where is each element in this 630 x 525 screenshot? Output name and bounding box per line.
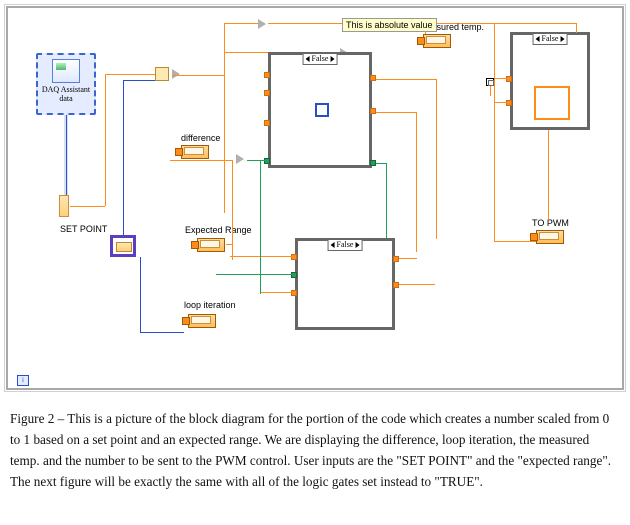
tunnel: [264, 72, 270, 78]
chevron-left-icon[interactable]: [306, 56, 310, 62]
difference-label: difference: [181, 133, 220, 143]
wire: [224, 23, 258, 24]
case3-inner-frame: [534, 86, 570, 120]
tunnel: [264, 90, 270, 96]
case-structure-2[interactable]: False: [295, 238, 395, 330]
block-diagram-canvas: i DAQ Assistant data difference Measured…: [0, 0, 630, 400]
wire: [416, 112, 417, 252]
chevron-right-icon[interactable]: [330, 56, 334, 62]
daq-label-1: DAQ Assistant: [38, 85, 94, 94]
wire: [436, 79, 437, 239]
wire: [399, 284, 435, 285]
tunnel: [370, 75, 376, 81]
wire: [123, 80, 155, 81]
arrow-icon: [258, 19, 266, 29]
wire: [140, 332, 184, 333]
wire: [494, 78, 508, 79]
tunnel: [370, 108, 376, 114]
wire: [490, 86, 491, 96]
case-selector-3[interactable]: False: [533, 33, 568, 45]
wire: [399, 258, 417, 259]
arrow-icon: [172, 69, 180, 79]
expected-range-label: Expected Range: [185, 225, 252, 235]
difference-indicator[interactable]: [181, 145, 211, 163]
tunnel: [291, 272, 297, 278]
chevron-left-icon[interactable]: [331, 242, 335, 248]
tunnel: [264, 120, 270, 126]
case-value-2: False: [337, 240, 354, 250]
case-selector-1[interactable]: False: [303, 53, 338, 65]
wire: [123, 80, 124, 235]
loop-iteration-terminal[interactable]: i: [17, 375, 29, 386]
wire: [105, 74, 106, 206]
wire: [576, 23, 577, 33]
wire: [230, 256, 292, 257]
boolean-constant[interactable]: [486, 78, 494, 86]
wire: [494, 102, 508, 103]
wire: [216, 274, 292, 275]
set-point-label: SET POINT: [60, 224, 107, 234]
wire: [247, 160, 265, 161]
tunnel: [506, 100, 512, 106]
wire: [548, 130, 549, 220]
inner-node[interactable]: [315, 103, 329, 117]
expected-range-control[interactable]: [197, 238, 227, 256]
tunnel: [264, 158, 270, 164]
wire: [232, 160, 233, 260]
tunnel: [291, 290, 297, 296]
daq-assistant-icon: [52, 59, 80, 83]
wire: [140, 257, 141, 332]
figure-caption: Figure 2 – This is a picture of the bloc…: [0, 400, 630, 499]
tunnel: [393, 282, 399, 288]
case-value-3: False: [542, 34, 559, 44]
loop-iteration-indicator[interactable]: [188, 314, 218, 332]
wire: [172, 75, 224, 76]
set-point-control[interactable]: [110, 235, 136, 257]
arrow-icon: [236, 154, 244, 164]
wire: [260, 160, 261, 294]
wire: [105, 74, 155, 75]
tunnel: [506, 76, 512, 82]
chevron-left-icon[interactable]: [536, 36, 540, 42]
chevron-right-icon[interactable]: [355, 242, 359, 248]
wire: [70, 206, 105, 207]
dynamic-data-convert[interactable]: [59, 195, 69, 217]
wire: [494, 23, 495, 241]
tunnel: [393, 256, 399, 262]
wire: [376, 79, 436, 80]
wire: [376, 163, 386, 164]
wire: [260, 292, 292, 293]
to-pwm-indicator[interactable]: [536, 230, 566, 248]
wire-thick: [64, 115, 68, 198]
tooltip-abs-value: This is absolute value: [342, 18, 437, 32]
subtract-node[interactable]: [155, 67, 169, 81]
wire: [376, 112, 416, 113]
case-selector-2[interactable]: False: [328, 239, 363, 251]
case-structure-1[interactable]: False: [268, 52, 372, 168]
daq-assistant-express-vi[interactable]: DAQ Assistant data: [36, 53, 96, 115]
case-value-1: False: [312, 54, 329, 64]
tunnel: [291, 254, 297, 260]
to-pwm-label: TO PWM: [532, 218, 569, 228]
loop-iteration-label: loop iteration: [184, 300, 236, 310]
measured-temp-indicator[interactable]: [423, 34, 453, 52]
chevron-right-icon[interactable]: [560, 36, 564, 42]
daq-label-2: data: [38, 94, 94, 103]
